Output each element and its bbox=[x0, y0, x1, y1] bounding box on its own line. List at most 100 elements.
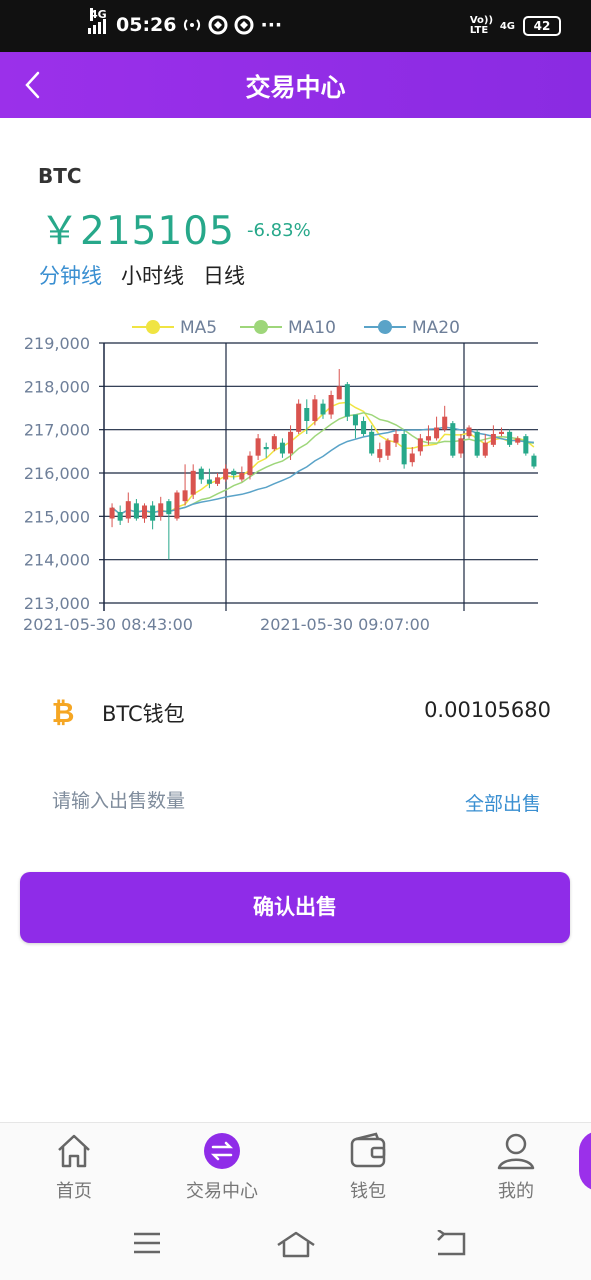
price-change: -6.83% bbox=[247, 220, 311, 241]
nav-wallet-label: 钱包 bbox=[350, 1181, 386, 1202]
tab-hour[interactable]: 小时线 bbox=[121, 260, 184, 290]
candle-body bbox=[442, 416, 448, 430]
legend-label: MA5 bbox=[180, 318, 217, 338]
candle-body bbox=[239, 473, 245, 480]
candle-body bbox=[377, 449, 383, 458]
candle-body bbox=[425, 436, 431, 441]
menu-icon[interactable] bbox=[132, 1230, 162, 1256]
status-left: 4G 05:26 ··· bbox=[88, 8, 283, 36]
candle-body bbox=[401, 434, 407, 465]
volte-icon: Vo)) LTE bbox=[469, 15, 494, 36]
y-tick-label: 213,000 bbox=[24, 594, 90, 613]
candle-body bbox=[182, 490, 188, 502]
candle-body bbox=[409, 453, 415, 463]
candle-body bbox=[296, 403, 302, 432]
y-tick-label: 215,000 bbox=[24, 507, 90, 526]
tab-minute[interactable]: 分钟线 bbox=[39, 260, 102, 290]
bottom-nav: 首页 交易中心 钱包 我的 bbox=[0, 1122, 591, 1213]
candle-body bbox=[385, 440, 391, 456]
tab-day[interactable]: 日线 bbox=[203, 260, 245, 290]
legend-marker bbox=[146, 320, 160, 334]
status-bar: 4G 05:26 ··· Vo)) LTE 4G 42 bbox=[0, 0, 591, 52]
nav-profile[interactable]: 我的 bbox=[456, 1131, 576, 1203]
candle-body bbox=[417, 438, 423, 452]
candle-body bbox=[393, 434, 399, 443]
candle-body bbox=[271, 436, 277, 450]
x-tick-label: 2021-05-30 08:43:00 bbox=[23, 615, 193, 634]
sync-icon-2 bbox=[234, 15, 254, 35]
kline-chart[interactable]: 219,000 218,000 217,000 216,000 215,000 214,0… bbox=[0, 310, 591, 650]
current-price: ￥215105 bbox=[40, 209, 235, 254]
candle-body bbox=[223, 468, 229, 480]
app-header: 交易中心 bbox=[0, 52, 591, 118]
y-tick-label: 217,000 bbox=[24, 421, 90, 440]
candle-body bbox=[531, 455, 537, 467]
candle-body bbox=[312, 399, 318, 421]
candle-body bbox=[466, 427, 472, 437]
timeframe-tabs: 分钟线 小时线 日线 bbox=[39, 260, 245, 290]
network-type: 4G bbox=[90, 8, 107, 21]
y-tick-label: 218,000 bbox=[24, 377, 90, 396]
candle-body bbox=[320, 403, 326, 415]
nav-home[interactable]: 首页 bbox=[14, 1131, 134, 1203]
candle-body bbox=[304, 408, 310, 421]
candle-body bbox=[490, 434, 496, 445]
candle-body bbox=[117, 512, 123, 521]
candle-body bbox=[133, 503, 139, 519]
network-type-right: 4G bbox=[499, 20, 515, 32]
wallet-label: BTC钱包 bbox=[102, 702, 185, 726]
candle-body bbox=[344, 384, 350, 417]
signal-icon: 4G bbox=[88, 8, 107, 34]
candle-body bbox=[458, 438, 464, 454]
legend-marker bbox=[378, 320, 392, 334]
candle-body bbox=[336, 386, 342, 400]
legend-label: MA10 bbox=[288, 318, 336, 338]
clock: 05:26 bbox=[116, 14, 177, 36]
candle-body bbox=[288, 431, 294, 454]
candle-body bbox=[450, 423, 456, 456]
sell-all-button[interactable]: 全部出售 bbox=[465, 789, 541, 816]
candle-body bbox=[231, 470, 237, 476]
candle-body bbox=[352, 414, 358, 426]
candle-body bbox=[150, 505, 156, 521]
svg-text:₿: ₿ bbox=[52, 696, 75, 728]
candle-body bbox=[515, 438, 521, 443]
candle-body bbox=[369, 431, 375, 454]
home-outline-icon[interactable] bbox=[275, 1230, 317, 1260]
page-title: 交易中心 bbox=[245, 73, 346, 102]
nav-exchange[interactable]: 交易中心 bbox=[162, 1131, 282, 1203]
more-notifications: ··· bbox=[260, 14, 283, 36]
legend-marker bbox=[254, 320, 268, 334]
sync-icon bbox=[208, 15, 228, 35]
candle-body bbox=[158, 503, 164, 517]
candle-body bbox=[263, 447, 269, 450]
exchange-icon bbox=[204, 1133, 240, 1169]
nav-home-label: 首页 bbox=[56, 1181, 92, 1202]
hotspot-icon bbox=[184, 19, 201, 31]
confirm-sell-button[interactable]: 确认出售 bbox=[20, 872, 570, 943]
candle-body bbox=[166, 501, 172, 515]
candle-body bbox=[482, 442, 488, 456]
candle-body bbox=[434, 427, 440, 439]
nav-wallet[interactable]: 钱包 bbox=[308, 1131, 428, 1203]
candle-body bbox=[125, 501, 131, 519]
battery-icon: 42 bbox=[523, 16, 561, 36]
coin-symbol: BTC bbox=[38, 164, 82, 188]
candle-body bbox=[109, 507, 115, 519]
sell-amount-input[interactable] bbox=[52, 790, 382, 812]
y-tick-label: 216,000 bbox=[24, 464, 90, 483]
candle-body bbox=[174, 492, 180, 519]
candle-body bbox=[507, 431, 513, 445]
candle-body bbox=[279, 442, 285, 454]
floating-button-edge[interactable] bbox=[579, 1131, 591, 1191]
home-icon bbox=[58, 1134, 90, 1168]
candle-body bbox=[198, 468, 204, 480]
candle-body bbox=[215, 477, 221, 484]
back-icon[interactable] bbox=[434, 1230, 468, 1258]
wallet-row: ₿ BTC钱包 0.00105680 bbox=[0, 692, 591, 732]
y-tick-label: 214,000 bbox=[24, 551, 90, 570]
legend-label: MA20 bbox=[412, 318, 460, 338]
candle-body bbox=[328, 395, 334, 415]
candle-body bbox=[141, 505, 148, 519]
system-nav-bar bbox=[0, 1212, 591, 1280]
